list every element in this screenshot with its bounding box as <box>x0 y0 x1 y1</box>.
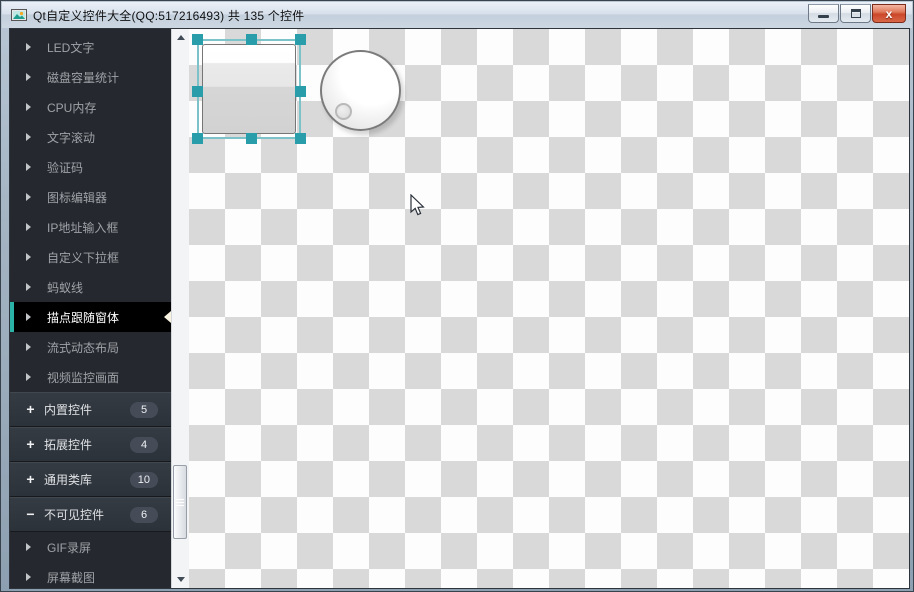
resize-handle-bottom-left[interactable] <box>192 133 203 144</box>
sidebar-item-label: IP地址输入框 <box>47 220 119 235</box>
sidebar-group-label: 内置控件 <box>44 403 93 417</box>
sidebar-item[interactable]: 验证码 <box>10 152 171 182</box>
resize-handle-bottom-right[interactable] <box>295 133 306 144</box>
expand-arrow-icon <box>26 133 31 141</box>
mouse-cursor-icon <box>410 194 425 216</box>
sidebar-group-label: 不可见控件 <box>44 508 105 522</box>
count-badge: 10 <box>129 471 158 488</box>
expand-arrow-icon <box>26 163 31 171</box>
count-badge: 5 <box>130 401 158 418</box>
scroll-up-button[interactable] <box>172 29 189 46</box>
arrow-down-icon <box>176 577 185 582</box>
sidebar-item-label: 文字滚动 <box>47 130 96 145</box>
maximize-icon <box>850 9 861 18</box>
sidebar-item[interactable]: 磁盘容量统计 <box>10 62 171 92</box>
floating-ball-anchor-dot <box>335 103 352 120</box>
expand-arrow-icon <box>26 373 31 381</box>
resize-handle-top-left[interactable] <box>192 34 203 45</box>
app-icon <box>11 9 27 21</box>
resize-handle-right[interactable] <box>295 86 306 97</box>
sidebar-group-header[interactable]: + 拓展控件 4 <box>10 427 171 462</box>
scroll-down-button[interactable] <box>172 571 189 588</box>
sidebar-group-label: 拓展控件 <box>44 438 93 452</box>
expand-arrow-icon <box>26 253 31 261</box>
sidebar-item[interactable]: 图标编辑器 <box>10 182 171 212</box>
expand-arrow-icon <box>26 543 31 551</box>
sidebar-item-label: 验证码 <box>47 160 84 175</box>
sidebar-item-selected[interactable]: 描点跟随窗体 <box>10 302 171 332</box>
sidebar-item[interactable]: LED文字 <box>10 32 171 62</box>
sidebar-item-label: 图标编辑器 <box>47 190 108 205</box>
expand-arrow-icon <box>26 103 31 111</box>
sidebar-item[interactable]: 视频监控画面 <box>10 362 171 392</box>
sidebar-group-header[interactable]: − 不可见控件 6 <box>10 497 171 532</box>
sidebar-item[interactable]: 流式动态布局 <box>10 332 171 362</box>
selected-widget[interactable] <box>202 44 296 134</box>
resize-handle-left[interactable] <box>192 86 203 97</box>
scrollbar-thumb[interactable] <box>173 465 187 539</box>
sidebar-group-header[interactable]: + 内置控件 5 <box>10 392 171 427</box>
sidebar-item[interactable]: 屏幕截图 <box>10 562 171 588</box>
minimize-button[interactable] <box>808 4 839 23</box>
expand-arrow-icon <box>26 283 31 291</box>
expand-arrow-icon <box>26 73 31 81</box>
expand-arrow-icon <box>26 313 31 321</box>
floating-ball-widget[interactable] <box>320 50 401 131</box>
sidebar-item[interactable]: 文字滚动 <box>10 122 171 152</box>
plus-icon: + <box>26 401 35 417</box>
expand-arrow-icon <box>26 193 31 201</box>
expand-arrow-icon <box>26 573 31 581</box>
sidebar-item[interactable]: GIF录屏 <box>10 532 171 562</box>
selected-widget-frame[interactable] <box>192 34 306 144</box>
expand-arrow-icon <box>26 43 31 51</box>
close-button[interactable]: x <box>872 4 906 23</box>
sidebar-item-label: GIF录屏 <box>47 540 91 555</box>
sidebar: LED文字磁盘容量统计 CPU内存文字滚动验证码图标编辑器 IP地址输入框 自定义下拉… <box>10 29 171 588</box>
sidebar-group-label: 通用类库 <box>44 473 93 487</box>
plus-icon: + <box>26 471 35 487</box>
thumb-grip-icon <box>176 497 184 508</box>
resize-handle-bottom[interactable] <box>246 133 257 144</box>
sidebar-item-label: CPU内存 <box>47 100 97 115</box>
sidebar-scrollbar[interactable] <box>171 29 189 588</box>
maximize-button[interactable] <box>840 4 871 23</box>
sidebar-item-label: 描点跟随窗体 <box>47 310 120 325</box>
expand-arrow-icon <box>26 223 31 231</box>
sidebar-item[interactable]: IP地址输入框 <box>10 212 171 242</box>
sidebar-item-label: 蚂蚁线 <box>47 280 84 295</box>
sidebar-group-header[interactable]: + 通用类库 10 <box>10 462 171 497</box>
sidebar-item[interactable]: 蚂蚁线 <box>10 272 171 302</box>
sidebar-item-label: 磁盘容量统计 <box>47 70 120 85</box>
resize-handle-top-right[interactable] <box>295 34 306 45</box>
count-badge: 6 <box>130 506 158 523</box>
titlebar[interactable]: Qt自定义控件大全(QQ:517216493) 共 135 个控件 x <box>2 2 912 28</box>
sidebar-item-label: 流式动态布局 <box>47 340 120 355</box>
resize-handle-top[interactable] <box>246 34 257 45</box>
window-title: Qt自定义控件大全(QQ:517216493) 共 135 个控件 <box>33 8 305 23</box>
sidebar-item[interactable]: 自定义下拉框 <box>10 242 171 272</box>
arrow-up-icon <box>176 35 185 40</box>
sidebar-item-label: 视频监控画面 <box>47 370 120 385</box>
count-badge: 4 <box>130 436 158 453</box>
close-icon: x <box>885 6 893 21</box>
app-window: Qt自定义控件大全(QQ:517216493) 共 135 个控件 x LED文… <box>0 0 914 592</box>
sidebar-item-label: 屏幕截图 <box>47 570 96 585</box>
minus-icon: − <box>26 506 35 522</box>
sidebar-item-label: LED文字 <box>47 40 95 55</box>
design-canvas[interactable] <box>189 29 909 588</box>
sidebar-item-label: 自定义下拉框 <box>47 250 120 265</box>
minimize-icon <box>818 15 829 18</box>
sidebar-item[interactable]: CPU内存 <box>10 92 171 122</box>
expand-arrow-icon <box>26 343 31 351</box>
plus-icon: + <box>26 436 35 452</box>
